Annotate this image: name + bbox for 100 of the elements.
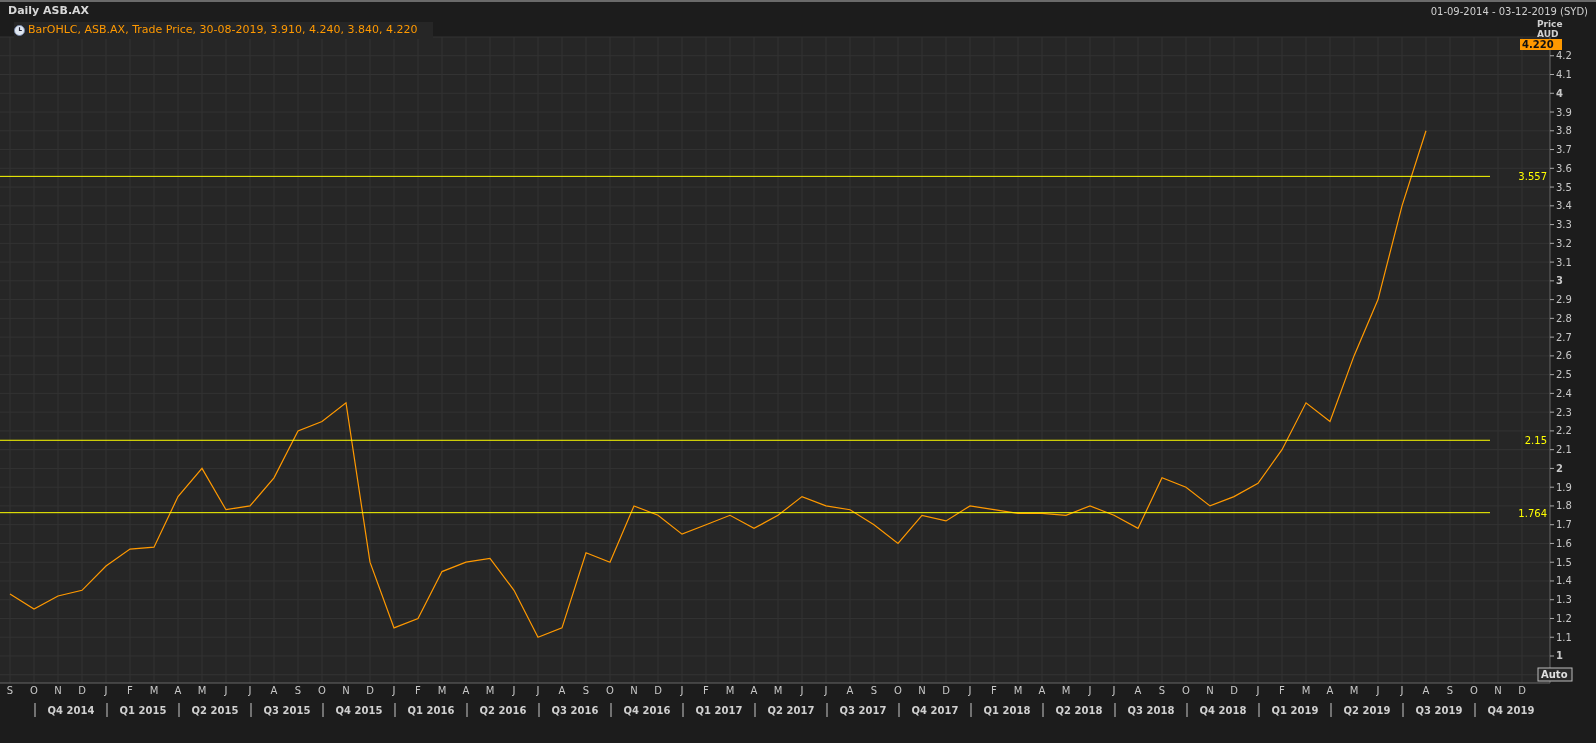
month-label: J: [1400, 685, 1404, 696]
y-tick-label: 2.9: [1556, 294, 1572, 306]
month-label: D: [78, 685, 86, 696]
y-tick-label: 3.7: [1556, 144, 1572, 156]
month-label: J: [536, 685, 540, 696]
month-label: A: [846, 685, 854, 696]
y-tick-label: 1.1: [1556, 631, 1572, 643]
quarter-label: Q2 2017: [767, 705, 815, 716]
month-label: D: [942, 685, 950, 696]
y-tick-label: 3: [1556, 275, 1563, 287]
month-label: S: [6, 685, 14, 696]
month-label: N: [630, 685, 638, 696]
quarter-label: Q1 2017: [695, 705, 743, 716]
month-label: J: [800, 685, 804, 696]
y-tick-label: 1.6: [1556, 537, 1572, 549]
y-tick-label: 2.7: [1556, 331, 1572, 343]
month-label: M: [1349, 685, 1359, 696]
month-label: O: [1470, 685, 1478, 696]
month-label: F: [1279, 685, 1285, 696]
month-label: J: [248, 685, 252, 696]
month-label: M: [149, 685, 159, 696]
y-tick-label: 3.6: [1556, 162, 1572, 174]
clock-icon: [14, 24, 25, 36]
y-tick-label: 3.5: [1556, 181, 1572, 193]
month-label: F: [703, 685, 709, 696]
y-tick-label: 2.1: [1556, 444, 1572, 456]
quarter-label: Q4 2018: [1199, 705, 1247, 716]
month-label: S: [1158, 685, 1166, 696]
y-tick-label: 2.8: [1556, 312, 1572, 324]
month-label: A: [1134, 685, 1142, 696]
month-label: A: [462, 685, 470, 696]
y-tick-label: 2.2: [1556, 425, 1572, 437]
quarter-label: Q4 2019: [1487, 705, 1535, 716]
month-label: D: [654, 685, 662, 696]
month-label: A: [750, 685, 758, 696]
month-label: N: [1494, 685, 1502, 696]
quarter-label: Q3 2016: [551, 705, 599, 716]
quarter-label: Q4 2015: [335, 705, 383, 716]
month-label: F: [991, 685, 997, 696]
quarter-label: Q2 2016: [479, 705, 527, 716]
month-label: J: [1376, 685, 1380, 696]
quarter-label: Q4 2014: [47, 705, 95, 716]
month-label: J: [968, 685, 972, 696]
y-tick-label: 3.8: [1556, 125, 1572, 137]
month-label: A: [558, 685, 566, 696]
quarter-label: Q3 2018: [1127, 705, 1175, 716]
quarter-label: Q3 2019: [1415, 705, 1463, 716]
date-range: 01-09-2014 - 03-12-2019 (SYD): [1430, 4, 1588, 19]
month-label: M: [1013, 685, 1023, 696]
month-label: J: [104, 685, 108, 696]
month-label: N: [342, 685, 350, 696]
y-tick-label: 2.5: [1556, 369, 1572, 381]
month-label: J: [1112, 685, 1116, 696]
y-tick-label: 3.4: [1556, 200, 1572, 212]
quarter-label: Q3 2017: [839, 705, 887, 716]
quarter-label: Q1 2019: [1271, 705, 1319, 716]
y-tick-label: 1.3: [1556, 594, 1572, 606]
month-label: F: [415, 685, 421, 696]
month-label: D: [1518, 685, 1526, 696]
y-tick-label: 2.4: [1556, 387, 1572, 399]
month-label: S: [870, 685, 878, 696]
month-label: J: [824, 685, 828, 696]
quarter-label: Q1 2016: [407, 705, 455, 716]
last-price-tag: 4.220: [1520, 39, 1562, 50]
axis-title: Price: [1537, 20, 1563, 29]
y-tick-label: 1.7: [1556, 519, 1572, 531]
month-label: J: [1256, 685, 1260, 696]
month-label: N: [54, 685, 62, 696]
month-label: J: [392, 685, 396, 696]
y-tick-label: 2.3: [1556, 406, 1572, 418]
month-label: O: [30, 685, 38, 696]
month-label: M: [437, 685, 447, 696]
y-tick-label: 1.9: [1556, 481, 1572, 493]
quarter-label: Q4 2016: [623, 705, 671, 716]
month-label: M: [773, 685, 783, 696]
month-label: N: [918, 685, 926, 696]
level-label: 1.764: [1518, 507, 1547, 519]
y-tick-label: 4: [1556, 87, 1563, 99]
y-tick-label: 3.2: [1556, 237, 1572, 249]
y-tick-label: 1: [1556, 650, 1563, 662]
month-label: N: [1206, 685, 1214, 696]
month-label: O: [318, 685, 326, 696]
axis-unit: AUD: [1537, 29, 1559, 39]
quarter-label: Q1 2018: [983, 705, 1031, 716]
legend-text: BarOHLC, ASB.AX, Trade Price, 30-08-2019, 3.910, 4.240, 3.840, 4.220: [28, 22, 418, 38]
month-label: S: [294, 685, 302, 696]
month-label: A: [1326, 685, 1334, 696]
y-tick-label: 2.6: [1556, 350, 1572, 362]
month-label: J: [512, 685, 516, 696]
month-label: O: [606, 685, 614, 696]
month-label: O: [894, 685, 902, 696]
quarter-label: Q4 2017: [911, 705, 959, 716]
month-label: J: [680, 685, 684, 696]
auto-button[interactable]: Auto: [1537, 667, 1573, 682]
y-tick-label: 1.5: [1556, 556, 1572, 568]
quarter-label: Q1 2015: [119, 705, 167, 716]
quarter-label: Q2 2018: [1055, 705, 1103, 716]
level-label: 2.15: [1524, 435, 1547, 447]
quarter-label: Q2 2015: [191, 705, 239, 716]
quarter-label: Q2 2019: [1343, 705, 1391, 716]
